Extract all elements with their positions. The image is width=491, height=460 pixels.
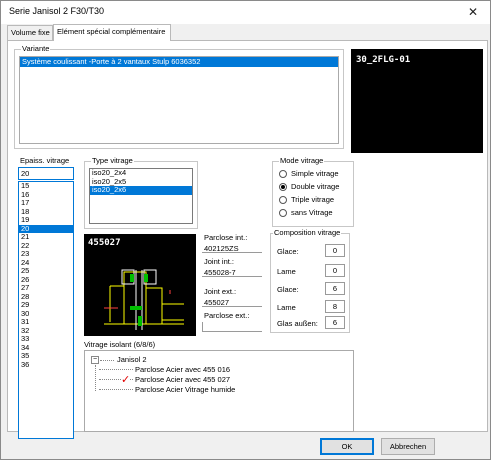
type-vitrage-group: Type vitrage iso20_2x4 iso20_2x5 iso20_2x6	[84, 156, 198, 229]
parclose-ext-label: Parclose ext.:	[204, 311, 250, 320]
epaisseur-list[interactable]: 15 16 17 18 19 20 21 22 23 24 25 26 27 28 29 30 31 32 33 34…	[18, 181, 74, 439]
tab-panel: Variante Système coulissant -Porte à 2 v…	[7, 40, 488, 439]
type-vitrage-list[interactable]: iso20_2x4 iso20_2x5 iso20_2x6	[89, 168, 193, 224]
title-bar: Serie Janisol 2 F30/T30 ✕	[1, 1, 490, 24]
cancel-button[interactable]: Abbrechen	[381, 438, 435, 455]
tree-child-item[interactable]: Parclose Acier avec 455 027	[135, 375, 230, 384]
mode-radio-label[interactable]: Triple vitrage	[291, 195, 334, 204]
composition-legend: Composition vitrage	[273, 228, 342, 237]
tab-volume-fixe[interactable]: Volume fixe	[7, 25, 53, 40]
close-icon[interactable]: ✕	[457, 2, 489, 23]
tree-vertical-line	[95, 365, 96, 391]
mode-vitrage-group: Mode vitrage Simple vitrage Double vitrag…	[272, 156, 354, 227]
dialog-window: Serie Janisol 2 F30/T30 ✕ Volume fixe El…	[0, 0, 491, 460]
composition-row-value[interactable]: 0	[325, 244, 345, 257]
checkmark-icon: ✓	[121, 373, 131, 386]
composition-row-label: Glas außen:	[277, 319, 318, 328]
tree-child-connector	[99, 369, 133, 370]
joint-ext-label: Joint ext.:	[204, 287, 237, 296]
mode-vitrage-legend: Mode vitrage	[279, 156, 325, 165]
mode-radio-button[interactable]	[279, 209, 287, 217]
joint-int-underline	[202, 276, 262, 277]
parclose-int-underline	[202, 252, 262, 253]
epaisseur-input[interactable]: 20	[18, 167, 74, 180]
variante-selected-item[interactable]: Système coulissant -Porte à 2 vantaux St…	[20, 57, 338, 67]
variante-preview: 30_2FLG-01	[351, 49, 483, 153]
mode-radio-button[interactable]	[279, 170, 287, 178]
epaisseur-label: Epaiss. vitrage	[20, 156, 70, 165]
tab-element-special[interactable]: Elément spécial complémentaire	[53, 24, 171, 41]
type-vitrage-item[interactable]: iso20_2x6	[90, 185, 192, 195]
variante-preview-code: 30_2FLG-01	[356, 55, 411, 65]
tree-child-item[interactable]: Parclose Acier avec 455 016	[135, 365, 230, 374]
parclose-ext-value	[202, 322, 262, 332]
tree-child-connector	[99, 389, 133, 390]
window-title: Serie Janisol 2 F30/T30	[9, 6, 105, 16]
mode-radio-label[interactable]: Simple vitrage	[291, 169, 339, 178]
composition-row-label: Glace:	[277, 285, 299, 294]
variante-list[interactable]: Système coulissant -Porte à 2 vantaux St…	[19, 56, 339, 144]
vitrage-isolant-label: Vitrage isolant (6/8/6)	[84, 340, 156, 349]
composition-row-label: Glace:	[277, 247, 299, 256]
mode-radio-button[interactable]	[279, 196, 287, 204]
composition-row-value[interactable]: 0	[325, 264, 345, 277]
joint-int-label: Joint int.:	[204, 257, 235, 266]
tree-collapse-icon[interactable]: −	[91, 356, 99, 364]
composition-row-value[interactable]: 6	[325, 282, 345, 295]
mode-radio-label[interactable]: sans Vitrage	[291, 208, 333, 217]
mode-radio-label[interactable]: Double vitrage	[291, 182, 339, 191]
composition-row-label: Lame	[277, 303, 296, 312]
vitrage-isolant-tree[interactable]: − Janisol 2 Parclose Acier avec 455 016 ✓…	[84, 350, 354, 432]
profile-section-drawing	[104, 269, 184, 330]
variante-group: Variante Système coulissant -Porte à 2 v…	[14, 44, 344, 149]
profile-drawing: 455027	[84, 234, 196, 336]
composition-row-value[interactable]: 8	[325, 300, 345, 313]
joint-ext-underline	[202, 306, 262, 307]
tree-root-label[interactable]: Janisol 2	[117, 355, 147, 364]
variante-legend: Variante	[21, 44, 51, 53]
parclose-int-label: Parclose int.:	[204, 233, 248, 242]
composition-row-label: Lame	[277, 267, 296, 276]
epaisseur-item[interactable]: 36	[19, 360, 73, 370]
type-vitrage-legend: Type vitrage	[91, 156, 134, 165]
ok-button[interactable]: OK	[320, 438, 374, 455]
composition-group: Composition vitrage Glace: 0 Lame 0 Glace: 6 L…	[270, 228, 350, 333]
mode-radio-button[interactable]	[279, 183, 287, 191]
tree-root-connector	[100, 360, 114, 361]
composition-row-value[interactable]: 6	[325, 316, 345, 329]
tree-child-item[interactable]: Parclose Acier Vitrage humide	[135, 385, 235, 394]
